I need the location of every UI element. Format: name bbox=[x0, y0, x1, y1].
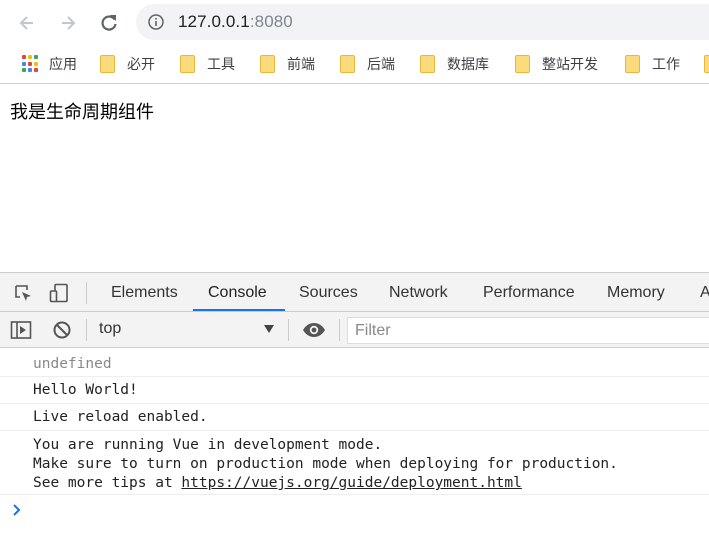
sidebar-toggle-icon[interactable] bbox=[10, 320, 32, 340]
devtools-tab-bar: Elements Console Sources Network Perform… bbox=[0, 273, 709, 312]
bookmark-folder[interactable]: 前端 bbox=[260, 54, 315, 74]
tab-sources[interactable]: Sources bbox=[299, 273, 358, 311]
device-toolbar-icon[interactable] bbox=[49, 283, 69, 303]
tab-elements[interactable]: Elements bbox=[111, 273, 178, 311]
bookmark-label: 整站开发 bbox=[542, 57, 598, 73]
eye-icon[interactable] bbox=[302, 320, 326, 340]
tab-performance[interactable]: Performance bbox=[483, 273, 575, 311]
clear-console-icon[interactable] bbox=[51, 320, 73, 340]
back-button[interactable] bbox=[14, 10, 40, 36]
context-selector[interactable]: top bbox=[99, 320, 121, 338]
page-content-text: 我是生命周期组件 bbox=[10, 102, 154, 123]
bookmark-label: 工具 bbox=[207, 57, 235, 73]
page-viewport: 我是生命周期组件 bbox=[0, 85, 709, 272]
bookmark-label: 后端 bbox=[367, 57, 395, 73]
reload-icon bbox=[101, 15, 117, 31]
bookmark-folder[interactable]: 整站开发 bbox=[515, 54, 598, 74]
folder-icon bbox=[260, 55, 275, 73]
bookmark-label: 前端 bbox=[287, 57, 315, 73]
arrow-left-icon bbox=[19, 16, 33, 30]
folder-icon bbox=[100, 55, 115, 73]
folder-icon bbox=[625, 55, 640, 73]
bookmark-folder[interactable]: 工作 bbox=[625, 54, 680, 74]
deployment-link[interactable]: https://vuejs.org/guide/deployment.html bbox=[181, 475, 521, 491]
bookmark-label: 必开 bbox=[127, 57, 155, 73]
console-toolbar: top bbox=[0, 312, 709, 348]
bookmark-label: 应用 bbox=[49, 57, 77, 73]
message-text: See more tips at bbox=[33, 475, 182, 491]
bookmark-folder[interactable]: 必开 bbox=[100, 54, 155, 74]
console-message: undefined bbox=[0, 353, 709, 377]
filter-input[interactable] bbox=[347, 317, 709, 344]
devtools-panel: Elements Console Sources Network Perform… bbox=[0, 272, 709, 548]
info-icon[interactable] bbox=[148, 14, 164, 30]
message-line: Make sure to turn on production mode whe… bbox=[33, 456, 618, 472]
tab-network[interactable]: Network bbox=[389, 273, 448, 311]
message-line: You are running Vue in development mode. bbox=[33, 437, 383, 453]
tab-console[interactable]: Console bbox=[208, 273, 267, 311]
message-line: See more tips at https://vuejs.org/guide… bbox=[33, 474, 709, 493]
toolbar-divider bbox=[86, 282, 87, 304]
tab-overflow[interactable]: A bbox=[700, 273, 709, 311]
active-tab-indicator bbox=[193, 309, 285, 311]
bookmark-folder[interactable]: 数据库 bbox=[420, 54, 489, 74]
console-messages: undefined Hello World! Live reload enabl… bbox=[0, 349, 709, 548]
bookmark-label: 数据库 bbox=[447, 57, 489, 73]
bookmark-folder[interactable] bbox=[704, 54, 709, 74]
browser-toolbar: 127.0.0.1:8080 bbox=[0, 0, 709, 46]
address-bar[interactable]: 127.0.0.1:8080 bbox=[136, 4, 709, 40]
inspect-element-icon[interactable] bbox=[13, 283, 33, 303]
chevron-down-icon[interactable] bbox=[264, 325, 274, 333]
reload-button[interactable] bbox=[96, 10, 122, 36]
tab-memory[interactable]: Memory bbox=[607, 273, 665, 311]
bookmarks-bar: 应用 必开 工具 前端 后端 数据库 整站开发 工作 bbox=[0, 46, 709, 84]
folder-icon bbox=[420, 55, 435, 73]
bookmark-apps[interactable]: 应用 bbox=[20, 54, 77, 74]
console-message: Live reload enabled. bbox=[0, 404, 709, 431]
url-host: 127.0.0.1 bbox=[178, 12, 250, 31]
bookmark-folder[interactable]: 工具 bbox=[180, 54, 235, 74]
url-port: :8080 bbox=[249, 12, 293, 31]
toolbar-divider bbox=[288, 319, 289, 341]
folder-icon bbox=[180, 55, 195, 73]
bookmark-folder[interactable]: 后端 bbox=[340, 54, 395, 74]
folder-icon bbox=[704, 55, 709, 73]
toolbar-divider bbox=[339, 319, 340, 341]
console-message: You are running Vue in development mode.… bbox=[0, 431, 709, 495]
url-text[interactable]: 127.0.0.1:8080 bbox=[178, 11, 293, 33]
folder-icon bbox=[515, 55, 530, 73]
apps-grid-icon bbox=[22, 55, 40, 73]
toolbar-divider bbox=[86, 319, 87, 341]
arrow-right-icon bbox=[62, 16, 76, 30]
bookmark-label: 工作 bbox=[652, 57, 680, 73]
folder-icon bbox=[340, 55, 355, 73]
forward-button[interactable] bbox=[55, 10, 81, 36]
console-prompt-icon[interactable] bbox=[12, 503, 22, 517]
console-message: Hello World! bbox=[0, 377, 709, 404]
